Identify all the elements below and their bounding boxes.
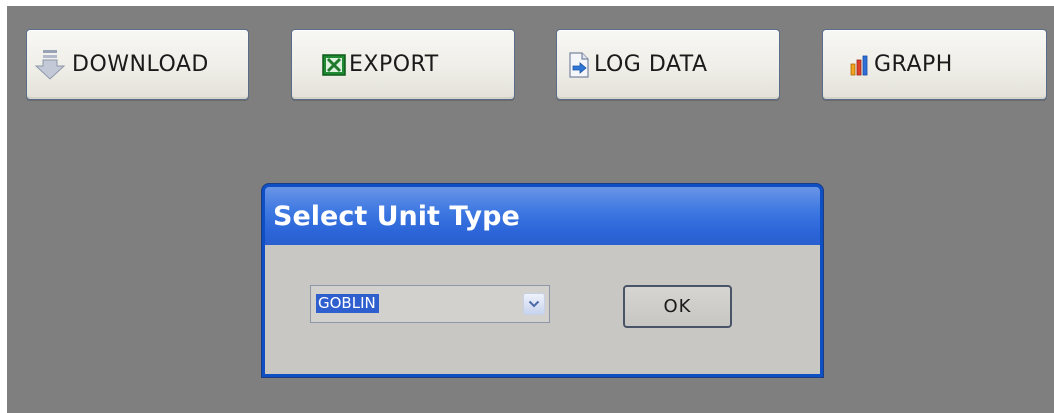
unit-type-selected-value: GOBLIN <box>316 294 379 313</box>
select-unit-type-dialog: Select Unit Type GOBLIN OK <box>262 184 823 377</box>
log-document-icon <box>567 51 591 78</box>
excel-icon <box>322 53 346 76</box>
export-button[interactable]: EXPORT <box>291 29 515 100</box>
ok-button[interactable]: OK <box>623 285 732 328</box>
bar-chart-icon <box>849 54 871 76</box>
log-data-button[interactable]: LOG DATA <box>556 29 780 100</box>
download-button[interactable]: DOWNLOAD <box>26 29 249 100</box>
unit-type-select[interactable]: GOBLIN <box>310 285 550 323</box>
chevron-down-icon[interactable] <box>523 293 545 315</box>
log-data-label: LOG DATA <box>594 52 708 77</box>
workspace-background: DOWNLOAD EXPORT LOG DATA GRAPH Select Un… <box>7 6 1054 413</box>
dialog-title: Select Unit Type <box>265 187 820 245</box>
download-label: DOWNLOAD <box>72 52 209 77</box>
graph-label: GRAPH <box>874 52 953 77</box>
dialog-body: GOBLIN OK <box>265 245 820 374</box>
graph-button[interactable]: GRAPH <box>822 29 1047 100</box>
export-label: EXPORT <box>349 52 439 77</box>
download-arrow-icon <box>31 48 69 82</box>
